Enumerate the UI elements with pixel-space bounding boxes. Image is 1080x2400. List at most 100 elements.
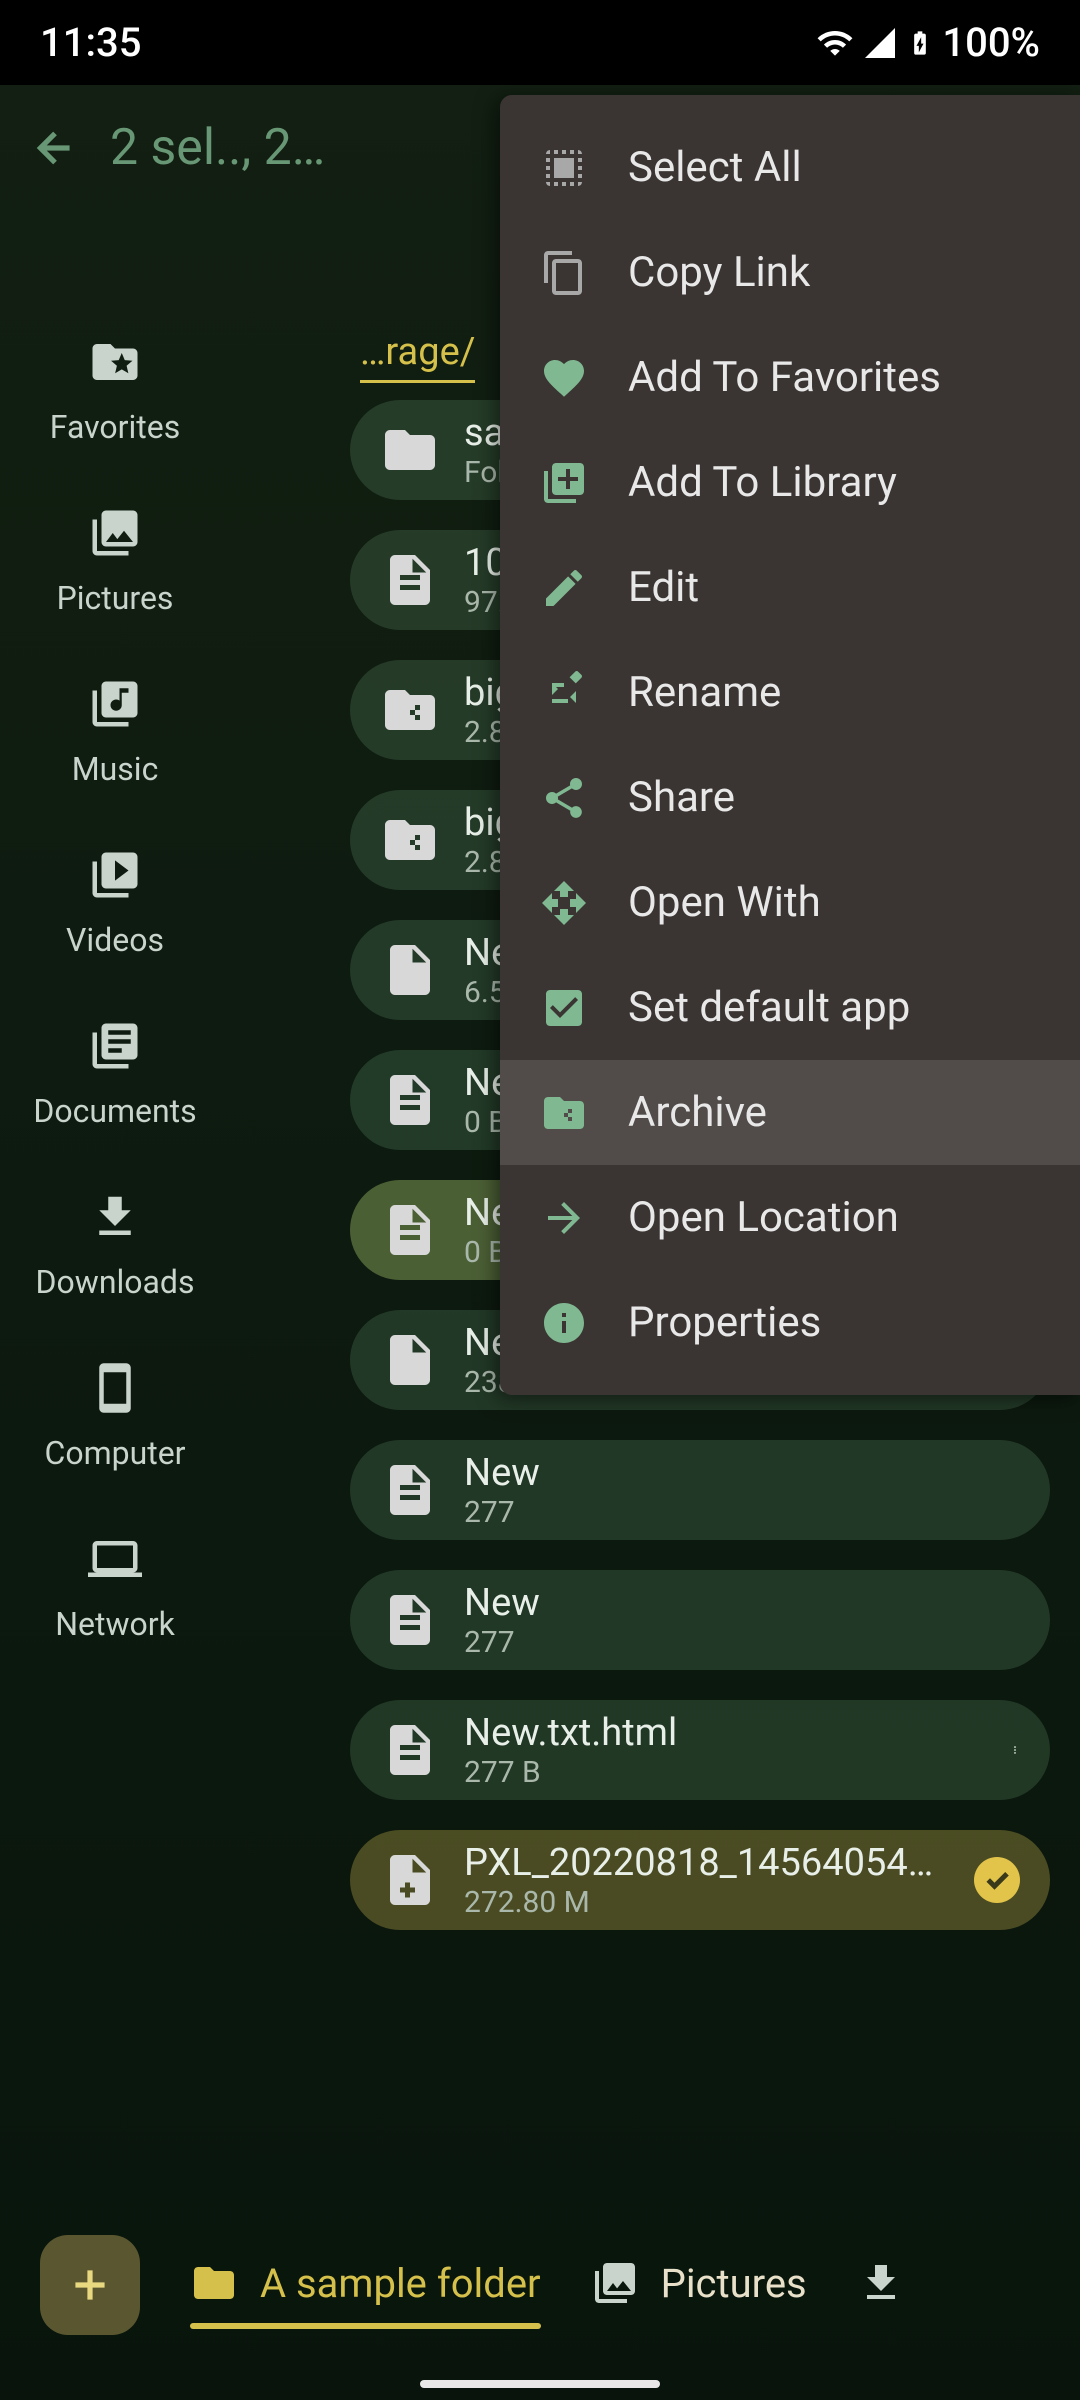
file-item[interactable]: New277 bbox=[350, 1570, 1050, 1670]
menu-item-label: Select All bbox=[628, 143, 802, 192]
file-name: New bbox=[464, 1451, 1020, 1495]
sidebar-item-label: Videos bbox=[66, 921, 164, 959]
nav-handle[interactable] bbox=[420, 2380, 660, 2388]
bottom-tab-folder[interactable]: A sample folder bbox=[190, 2259, 541, 2311]
menu-item-open-location[interactable]: Open Location bbox=[500, 1165, 1080, 1270]
file-name: New bbox=[464, 1581, 1020, 1625]
copy-icon bbox=[540, 249, 588, 297]
phone-icon bbox=[88, 1361, 142, 1419]
menu-item-select-all[interactable]: Select All bbox=[500, 115, 1080, 220]
download-icon bbox=[857, 2259, 905, 2307]
file-item[interactable]: PXL_20220818_145640540.m…272.80 M bbox=[350, 1830, 1050, 1930]
sidebar-item-downloads[interactable]: Downloads bbox=[0, 1190, 230, 1301]
sidebar-item-network[interactable]: Network bbox=[0, 1532, 230, 1643]
archive-folder-icon bbox=[380, 680, 440, 740]
sidebar-item-videos[interactable]: Videos bbox=[0, 848, 230, 959]
menu-item-rename[interactable]: Rename bbox=[500, 640, 1080, 745]
bottom-tab-label: Pictures bbox=[661, 2260, 807, 2307]
selected-check-icon bbox=[974, 1857, 1020, 1903]
select-all-icon bbox=[540, 144, 588, 192]
menu-item-label: Open With bbox=[628, 878, 821, 927]
file-size: 272.80 M bbox=[464, 1885, 950, 1920]
menu-item-label: Edit bbox=[628, 563, 699, 612]
video-file-icon bbox=[380, 1850, 440, 1910]
file-item[interactable]: New277 bbox=[350, 1440, 1050, 1540]
menu-item-label: Properties bbox=[628, 1298, 821, 1347]
sidebar-item-music[interactable]: Music bbox=[0, 677, 230, 788]
menu-item-open-with[interactable]: Open With bbox=[500, 850, 1080, 955]
menu-item-edit[interactable]: Edit bbox=[500, 535, 1080, 640]
file-name: New.txt.html bbox=[464, 1711, 986, 1755]
status-bar: 11:35 100% bbox=[0, 0, 1080, 85]
sidebar-item-documents[interactable]: Documents bbox=[0, 1019, 230, 1130]
download-icon bbox=[88, 1190, 142, 1248]
sidebar-item-label: Downloads bbox=[36, 1263, 195, 1301]
pictures-icon bbox=[88, 506, 142, 564]
document-icon bbox=[380, 1720, 440, 1780]
document-icon bbox=[380, 1070, 440, 1130]
rename-icon bbox=[540, 669, 588, 717]
menu-item-label: Share bbox=[628, 773, 735, 822]
menu-item-label: Rename bbox=[628, 668, 781, 717]
sidebar: Favorites Pictures Music Videos Document… bbox=[0, 295, 230, 1643]
sidebar-item-label: Favorites bbox=[50, 408, 180, 446]
battery-percent: 100% bbox=[942, 19, 1040, 66]
menu-item-properties[interactable]: Properties bbox=[500, 1270, 1080, 1375]
checkbox-icon bbox=[540, 984, 588, 1032]
pictures-icon bbox=[591, 2259, 639, 2307]
menu-item-label: Open Location bbox=[628, 1193, 899, 1242]
file-size: 277 B bbox=[464, 1755, 986, 1790]
bottom-tab-label: A sample folder bbox=[260, 2260, 541, 2307]
sidebar-item-pictures[interactable]: Pictures bbox=[0, 506, 230, 617]
sidebar-item-label: Pictures bbox=[57, 579, 174, 617]
file-size: 277 bbox=[464, 1495, 1020, 1530]
arrow-right-icon bbox=[540, 1194, 588, 1242]
battery-icon bbox=[906, 23, 934, 63]
document-icon bbox=[380, 1460, 440, 1520]
library-add-icon bbox=[540, 459, 588, 507]
sidebar-item-computer[interactable]: Computer bbox=[0, 1361, 230, 1472]
info-icon bbox=[540, 1299, 588, 1347]
wifi-icon bbox=[816, 24, 854, 62]
documents-icon bbox=[88, 1019, 142, 1077]
bottom-bar: A sample folder Pictures bbox=[0, 2220, 1080, 2350]
file-icon bbox=[380, 1330, 440, 1390]
fab-add-button[interactable] bbox=[40, 2235, 140, 2335]
more-icon[interactable] bbox=[1010, 1730, 1020, 1770]
menu-item-add-favorites[interactable]: Add To Favorites bbox=[500, 325, 1080, 430]
bottom-tab-pictures[interactable]: Pictures bbox=[591, 2259, 807, 2311]
menu-item-label: Add To Library bbox=[628, 458, 897, 507]
sidebar-item-label: Computer bbox=[44, 1434, 185, 1472]
menu-item-copy-link[interactable]: Copy Link bbox=[500, 220, 1080, 325]
folder-icon bbox=[380, 420, 440, 480]
document-icon bbox=[380, 550, 440, 610]
heart-icon bbox=[540, 354, 588, 402]
breadcrumb[interactable]: …rage/ bbox=[360, 330, 475, 383]
star-folder-icon bbox=[88, 335, 142, 393]
menu-item-label: Copy Link bbox=[628, 248, 810, 297]
context-menu: Select All Copy Link Add To Favorites Ad… bbox=[500, 95, 1080, 1395]
archive-icon bbox=[540, 1089, 588, 1137]
open-with-icon bbox=[540, 879, 588, 927]
file-name: PXL_20220818_145640540.m… bbox=[464, 1841, 950, 1885]
menu-item-add-library[interactable]: Add To Library bbox=[500, 430, 1080, 535]
signal-icon bbox=[862, 25, 898, 61]
sidebar-item-label: Network bbox=[55, 1605, 175, 1643]
laptop-icon bbox=[88, 1532, 142, 1590]
edit-icon bbox=[540, 564, 588, 612]
document-icon bbox=[380, 1200, 440, 1260]
menu-item-label: Add To Favorites bbox=[628, 353, 941, 402]
share-icon bbox=[540, 774, 588, 822]
file-item[interactable]: New.txt.html277 B bbox=[350, 1700, 1050, 1800]
menu-item-archive[interactable]: Archive bbox=[500, 1060, 1080, 1165]
videos-icon bbox=[88, 848, 142, 906]
file-size: 277 bbox=[464, 1625, 1020, 1660]
sidebar-item-label: Documents bbox=[33, 1092, 196, 1130]
menu-item-share[interactable]: Share bbox=[500, 745, 1080, 850]
file-icon bbox=[380, 940, 440, 1000]
bottom-tab-download[interactable] bbox=[857, 2259, 905, 2311]
menu-item-set-default[interactable]: Set default app bbox=[500, 955, 1080, 1060]
sidebar-item-favorites[interactable]: Favorites bbox=[0, 335, 230, 446]
menu-item-label: Archive bbox=[628, 1088, 767, 1137]
archive-folder-icon bbox=[380, 810, 440, 870]
